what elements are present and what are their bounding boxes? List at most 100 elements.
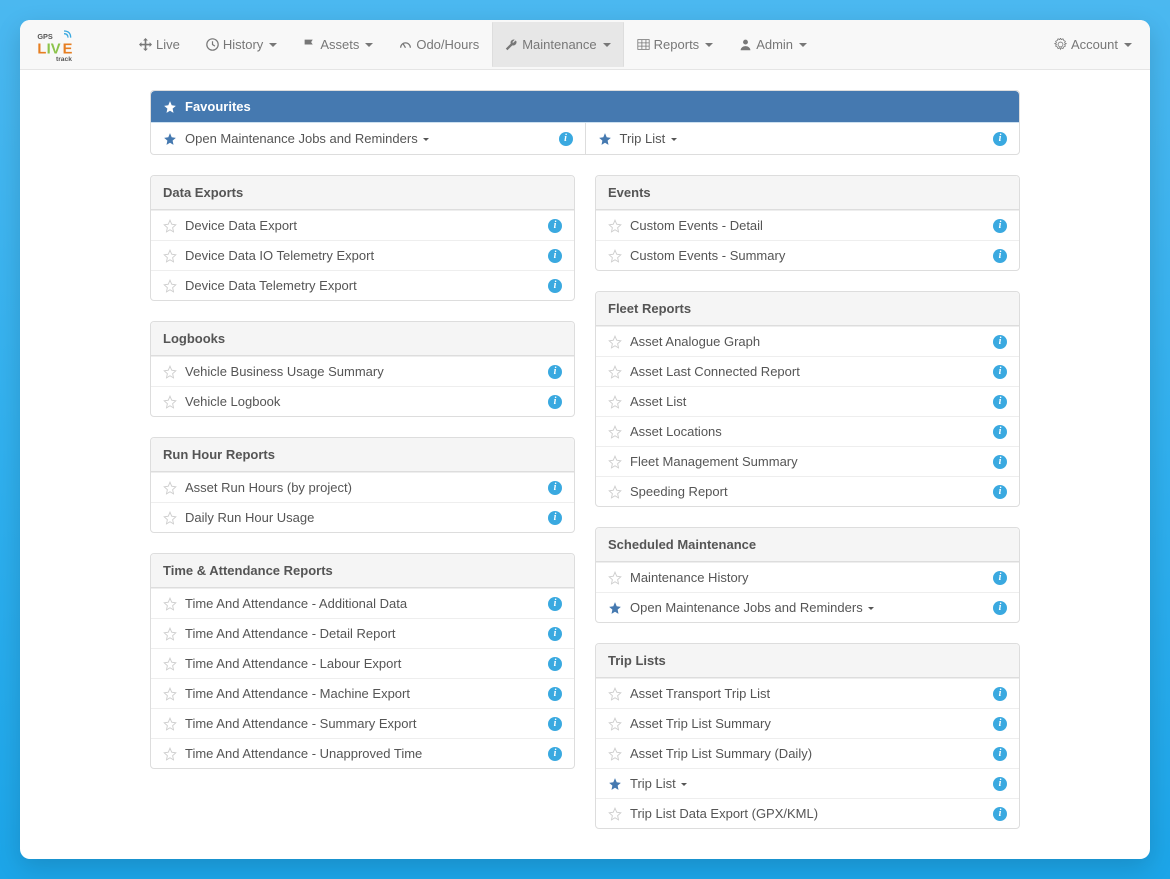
star-icon[interactable] xyxy=(608,601,622,615)
star-icon[interactable] xyxy=(608,807,622,821)
star-icon[interactable] xyxy=(163,395,177,409)
favourite-link[interactable]: Open Maintenance Jobs and Reminders xyxy=(185,131,551,146)
info-icon[interactable]: i xyxy=(993,455,1007,469)
report-link[interactable]: Asset Locations xyxy=(630,424,985,439)
info-icon[interactable]: i xyxy=(548,687,562,701)
info-icon[interactable]: i xyxy=(548,219,562,233)
nav-odo[interactable]: Odo/Hours xyxy=(386,22,492,67)
report-link[interactable]: Trip List xyxy=(630,776,985,791)
star-icon[interactable] xyxy=(163,511,177,525)
info-icon[interactable]: i xyxy=(993,777,1007,791)
star-icon[interactable] xyxy=(163,279,177,293)
report-link[interactable]: Asset Last Connected Report xyxy=(630,364,985,379)
info-icon[interactable]: i xyxy=(993,365,1007,379)
report-link[interactable]: Asset List xyxy=(630,394,985,409)
star-icon[interactable] xyxy=(163,481,177,495)
report-link[interactable]: Time And Attendance - Summary Export xyxy=(185,716,540,731)
star-icon[interactable] xyxy=(163,219,177,233)
info-icon[interactable]: i xyxy=(548,747,562,761)
info-icon[interactable]: i xyxy=(548,395,562,409)
info-icon[interactable]: i xyxy=(559,132,573,146)
star-icon[interactable] xyxy=(608,425,622,439)
report-link[interactable]: Speeding Report xyxy=(630,484,985,499)
report-link[interactable]: Maintenance History xyxy=(630,570,985,585)
report-link[interactable]: Asset Transport Trip List xyxy=(630,686,985,701)
info-icon[interactable]: i xyxy=(993,717,1007,731)
info-icon[interactable]: i xyxy=(993,747,1007,761)
info-icon[interactable]: i xyxy=(993,601,1007,615)
report-link[interactable]: Asset Trip List Summary xyxy=(630,716,985,731)
info-icon[interactable]: i xyxy=(993,807,1007,821)
report-link[interactable]: Device Data IO Telemetry Export xyxy=(185,248,540,263)
nav-admin[interactable]: Admin xyxy=(726,22,820,67)
star-icon[interactable] xyxy=(608,395,622,409)
report-link[interactable]: Time And Attendance - Machine Export xyxy=(185,686,540,701)
star-icon[interactable] xyxy=(608,455,622,469)
star-icon[interactable] xyxy=(163,597,177,611)
info-icon[interactable]: i xyxy=(548,249,562,263)
star-icon[interactable] xyxy=(163,717,177,731)
star-icon[interactable] xyxy=(163,747,177,761)
star-icon[interactable] xyxy=(608,365,622,379)
info-icon[interactable]: i xyxy=(993,425,1007,439)
report-link[interactable]: Trip List Data Export (GPX/KML) xyxy=(630,806,985,821)
report-link[interactable]: Device Data Export xyxy=(185,218,540,233)
star-icon[interactable] xyxy=(608,717,622,731)
report-link[interactable]: Asset Run Hours (by project) xyxy=(185,480,540,495)
info-icon[interactable]: i xyxy=(993,132,1007,146)
favourite-link[interactable]: Trip List xyxy=(620,131,986,146)
report-link[interactable]: Custom Events - Detail xyxy=(630,218,985,233)
star-icon[interactable] xyxy=(608,219,622,233)
star-icon[interactable] xyxy=(163,365,177,379)
star-icon[interactable] xyxy=(608,335,622,349)
star-icon[interactable] xyxy=(163,132,177,146)
star-icon[interactable] xyxy=(598,132,612,146)
report-link[interactable]: Time And Attendance - Labour Export xyxy=(185,656,540,671)
info-icon[interactable]: i xyxy=(993,335,1007,349)
star-icon[interactable] xyxy=(608,687,622,701)
info-icon[interactable]: i xyxy=(993,571,1007,585)
info-icon[interactable]: i xyxy=(548,511,562,525)
report-link[interactable]: Time And Attendance - Additional Data xyxy=(185,596,540,611)
nav-assets[interactable]: Assets xyxy=(290,22,386,67)
report-link[interactable]: Fleet Management Summary xyxy=(630,454,985,469)
info-icon[interactable]: i xyxy=(548,657,562,671)
info-icon[interactable]: i xyxy=(548,717,562,731)
info-icon[interactable]: i xyxy=(993,395,1007,409)
info-icon[interactable]: i xyxy=(548,481,562,495)
star-icon[interactable] xyxy=(163,627,177,641)
logo[interactable]: GPS L IV E track xyxy=(26,27,126,63)
star-icon[interactable] xyxy=(608,249,622,263)
report-link[interactable]: Asset Trip List Summary (Daily) xyxy=(630,746,985,761)
nav-reports[interactable]: Reports xyxy=(624,22,727,67)
star-icon[interactable] xyxy=(163,657,177,671)
report-link[interactable]: Custom Events - Summary xyxy=(630,248,985,263)
info-icon[interactable]: i xyxy=(548,627,562,641)
report-link[interactable]: Open Maintenance Jobs and Reminders xyxy=(630,600,985,615)
report-link[interactable]: Device Data Telemetry Export xyxy=(185,278,540,293)
star-icon[interactable] xyxy=(163,687,177,701)
report-link[interactable]: Asset Analogue Graph xyxy=(630,334,985,349)
report-link[interactable]: Daily Run Hour Usage xyxy=(185,510,540,525)
star-icon[interactable] xyxy=(608,747,622,761)
nav-maintenance[interactable]: Maintenance xyxy=(492,22,623,67)
star-icon[interactable] xyxy=(163,249,177,263)
info-icon[interactable]: i xyxy=(993,249,1007,263)
info-icon[interactable]: i xyxy=(548,365,562,379)
info-icon[interactable]: i xyxy=(548,597,562,611)
nav-live[interactable]: Live xyxy=(126,22,193,67)
report-link[interactable]: Vehicle Logbook xyxy=(185,394,540,409)
report-link[interactable]: Time And Attendance - Detail Report xyxy=(185,626,540,641)
report-link[interactable]: Vehicle Business Usage Summary xyxy=(185,364,540,379)
info-icon[interactable]: i xyxy=(993,485,1007,499)
nav-history[interactable]: History xyxy=(193,22,290,67)
info-icon[interactable]: i xyxy=(993,219,1007,233)
star-icon[interactable] xyxy=(608,571,622,585)
info-icon[interactable]: i xyxy=(548,279,562,293)
nav-account[interactable]: Account xyxy=(1042,23,1144,66)
star-icon[interactable] xyxy=(608,485,622,499)
nav-reports-label: Reports xyxy=(654,37,700,52)
report-link[interactable]: Time And Attendance - Unapproved Time xyxy=(185,746,540,761)
star-icon[interactable] xyxy=(608,777,622,791)
info-icon[interactable]: i xyxy=(993,687,1007,701)
